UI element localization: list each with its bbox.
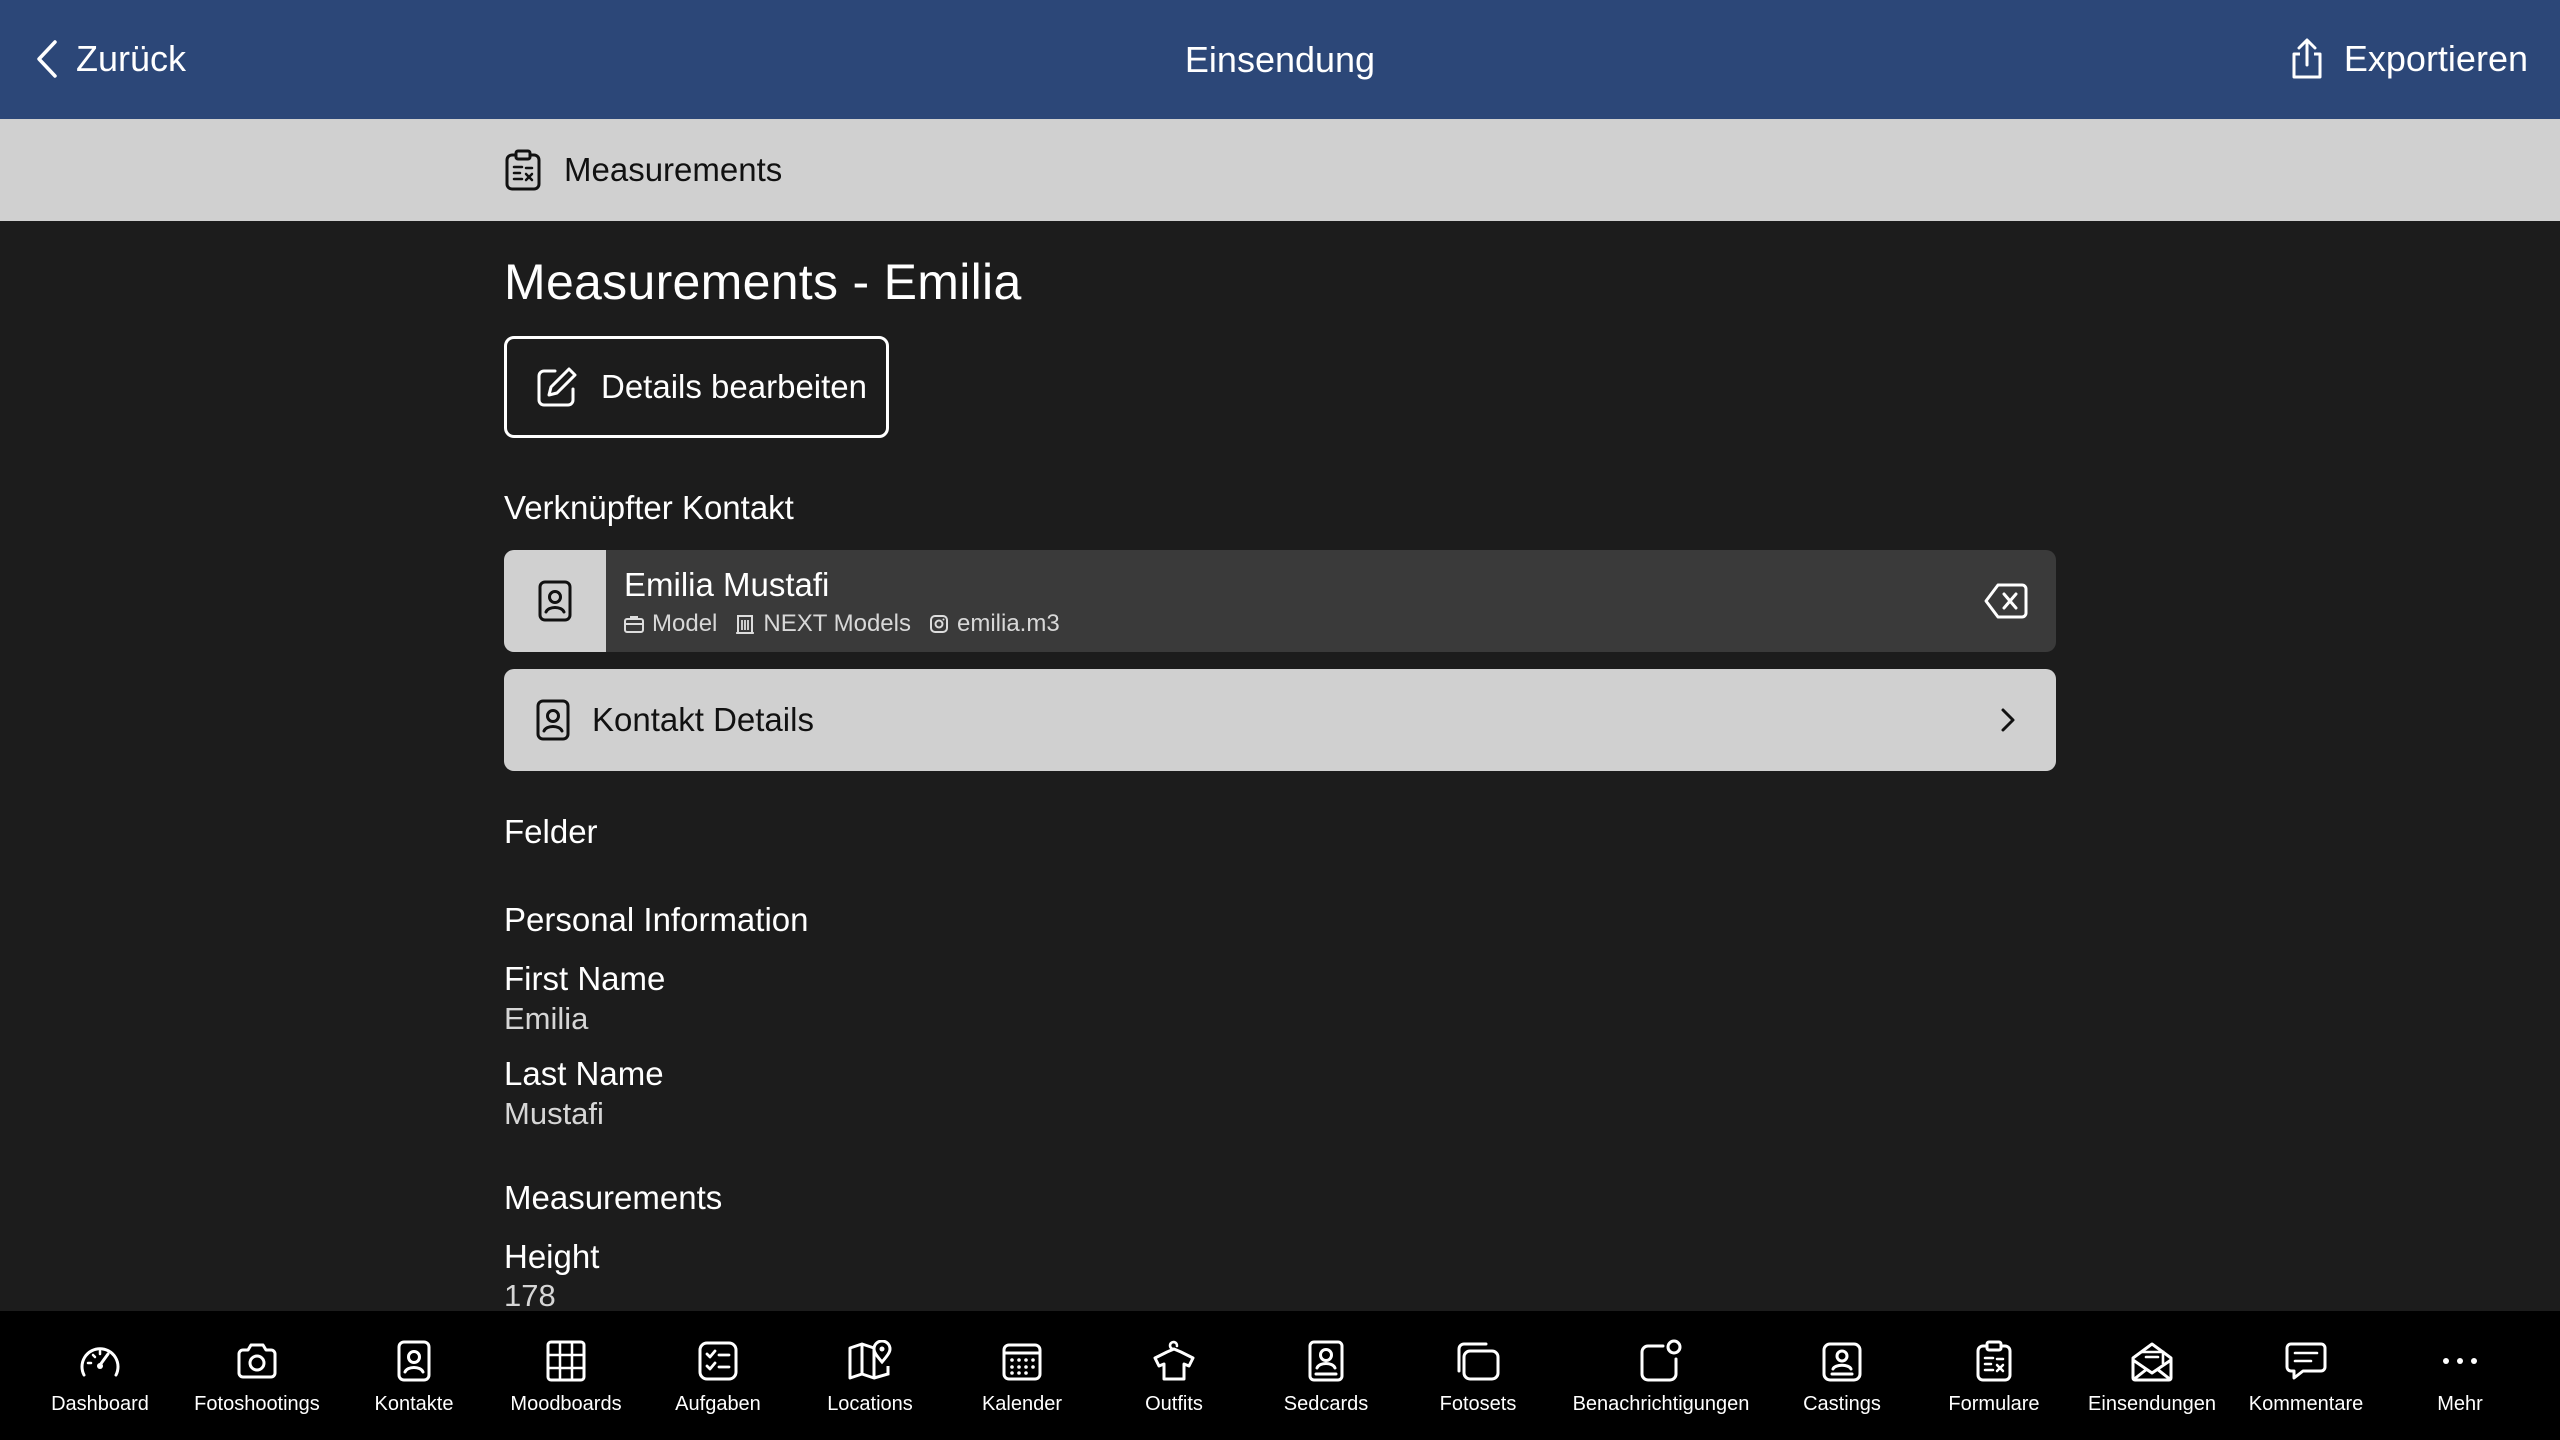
contact-name: Emilia Mustafi <box>624 566 830 603</box>
contact-role: Model <box>652 610 718 637</box>
id-badge-icon <box>1822 1339 1862 1383</box>
tab-fotosets[interactable]: Fotosets <box>1418 1311 1538 1440</box>
linked-contact-card[interactable]: Emilia Mustafi Model NEXT Models emilia.… <box>504 550 2056 652</box>
notification-badge-icon <box>1639 1339 1683 1383</box>
checklist-icon <box>698 1339 738 1383</box>
contact-avatar <box>504 550 606 652</box>
tab-sedcards[interactable]: Sedcards <box>1266 1311 1386 1440</box>
gauge-icon <box>78 1339 122 1383</box>
building-icon <box>735 614 755 634</box>
contact-details-row[interactable]: Kontakt Details <box>504 669 2056 771</box>
tab-fotoshootings[interactable]: Fotoshootings <box>184 1311 330 1440</box>
contact-card-icon <box>538 580 572 622</box>
tab-label: Kommentare <box>2248 1393 2364 1415</box>
fields-heading: Felder <box>504 813 598 850</box>
linked-contact-heading: Verknüpfter Kontakt <box>504 489 794 526</box>
tab-outfits[interactable]: Outfits <box>1114 1311 1234 1440</box>
nav-title: Einsendung <box>1184 38 1376 80</box>
bottom-tab-bar: Dashboard Fotoshootings Kontakte Moodboa… <box>0 1311 2560 1440</box>
contact-card-icon <box>536 699 570 741</box>
field-label-height: Height <box>504 1238 600 1275</box>
field-value-first-name: Emilia <box>504 1001 589 1036</box>
tab-label: Castings <box>1803 1393 1881 1415</box>
tab-kalender[interactable]: Kalender <box>962 1311 1082 1440</box>
tab-kommentare[interactable]: Kommentare <box>2246 1311 2366 1440</box>
field-group-title: Personal Information <box>504 901 809 938</box>
camera-icon <box>235 1339 279 1383</box>
section-label: Measurements <box>564 151 783 188</box>
tab-kontakte[interactable]: Kontakte <box>354 1311 474 1440</box>
contact-card-icon <box>397 1339 431 1383</box>
share-icon <box>2288 38 2326 80</box>
field-label-first-name: First Name <box>504 960 666 997</box>
chevron-right-icon <box>2000 707 2016 733</box>
tab-label: Moodboards <box>510 1393 622 1415</box>
comment-icon <box>2285 1339 2327 1383</box>
tab-moodboards[interactable]: Moodboards <box>496 1311 636 1440</box>
map-pin-icon <box>848 1339 892 1383</box>
tab-castings[interactable]: Castings <box>1782 1311 1902 1440</box>
grid-board-icon <box>546 1339 586 1383</box>
tab-label: Mehr <box>2437 1393 2483 1415</box>
tab-locations[interactable]: Locations <box>810 1311 930 1440</box>
edit-details-label: Details bearbeiten <box>601 368 867 405</box>
tab-label: Fotosets <box>1439 1393 1517 1415</box>
tab-aufgaben[interactable]: Aufgaben <box>658 1311 778 1440</box>
tab-label: Outfits <box>1145 1393 1203 1415</box>
more-dots-icon <box>2442 1339 2478 1383</box>
field-value-last-name: Mustafi <box>504 1096 604 1131</box>
export-button[interactable]: Exportieren <box>2288 30 2528 88</box>
back-button[interactable]: Zurück <box>36 30 186 88</box>
clipboard-form-icon <box>504 149 542 191</box>
tab-einsendungen[interactable]: Einsendungen <box>2082 1311 2222 1440</box>
section-header: Measurements <box>0 119 2560 221</box>
contact-agency: NEXT Models <box>763 610 911 637</box>
briefcase-icon <box>624 615 644 633</box>
instagram-icon <box>929 614 949 634</box>
contact-instagram: emilia.m3 <box>956 610 1060 637</box>
field-label-last-name: Last Name <box>504 1055 664 1092</box>
tab-label: Fotoshootings <box>194 1393 320 1415</box>
tab-label: Benachrichtigungen <box>1572 1393 1750 1415</box>
page-title: Measurements - Emilia <box>504 254 1022 310</box>
edit-pencil-icon <box>535 365 579 409</box>
export-label: Exportieren <box>2343 38 2528 79</box>
mail-open-icon <box>2130 1339 2174 1383</box>
tab-label: Kalender <box>981 1393 1063 1415</box>
tab-label: Locations <box>827 1393 913 1415</box>
tab-label: Dashboard <box>51 1393 149 1415</box>
tab-mehr[interactable]: Mehr <box>2400 1311 2520 1440</box>
tab-label: Kontakte <box>374 1393 454 1415</box>
contact-details-label: Kontakt Details <box>592 701 814 738</box>
portrait-card-icon <box>1308 1339 1344 1383</box>
top-navigation-bar: Zurück Einsendung Exportieren <box>0 0 2560 119</box>
field-group-title: Measurements <box>504 1179 723 1216</box>
hanger-shirt-icon <box>1151 1339 1197 1383</box>
calendar-icon <box>1002 1339 1042 1383</box>
tab-benachrichtigungen[interactable]: Benachrichtigungen <box>1566 1311 1756 1440</box>
tab-label: Sedcards <box>1283 1393 1369 1415</box>
photo-stack-icon <box>1456 1339 1500 1383</box>
field-value-height: 178 <box>504 1278 556 1311</box>
tab-label: Einsendungen <box>2088 1393 2216 1415</box>
tab-formulare[interactable]: Formulare <box>1934 1311 2054 1440</box>
tab-label: Formulare <box>1948 1393 2040 1415</box>
edit-details-button[interactable]: Details bearbeiten <box>504 336 889 438</box>
tab-label: Aufgaben <box>675 1393 761 1415</box>
tab-dashboard[interactable]: Dashboard <box>40 1311 160 1440</box>
submission-content[interactable]: Measurements - Emilia Details bearbeiten… <box>504 221 2056 1311</box>
back-label: Zurück <box>76 38 187 79</box>
chevron-left-icon <box>36 39 58 79</box>
remove-contact-icon[interactable] <box>1984 581 2028 621</box>
clipboard-form-icon <box>1975 1339 2013 1383</box>
